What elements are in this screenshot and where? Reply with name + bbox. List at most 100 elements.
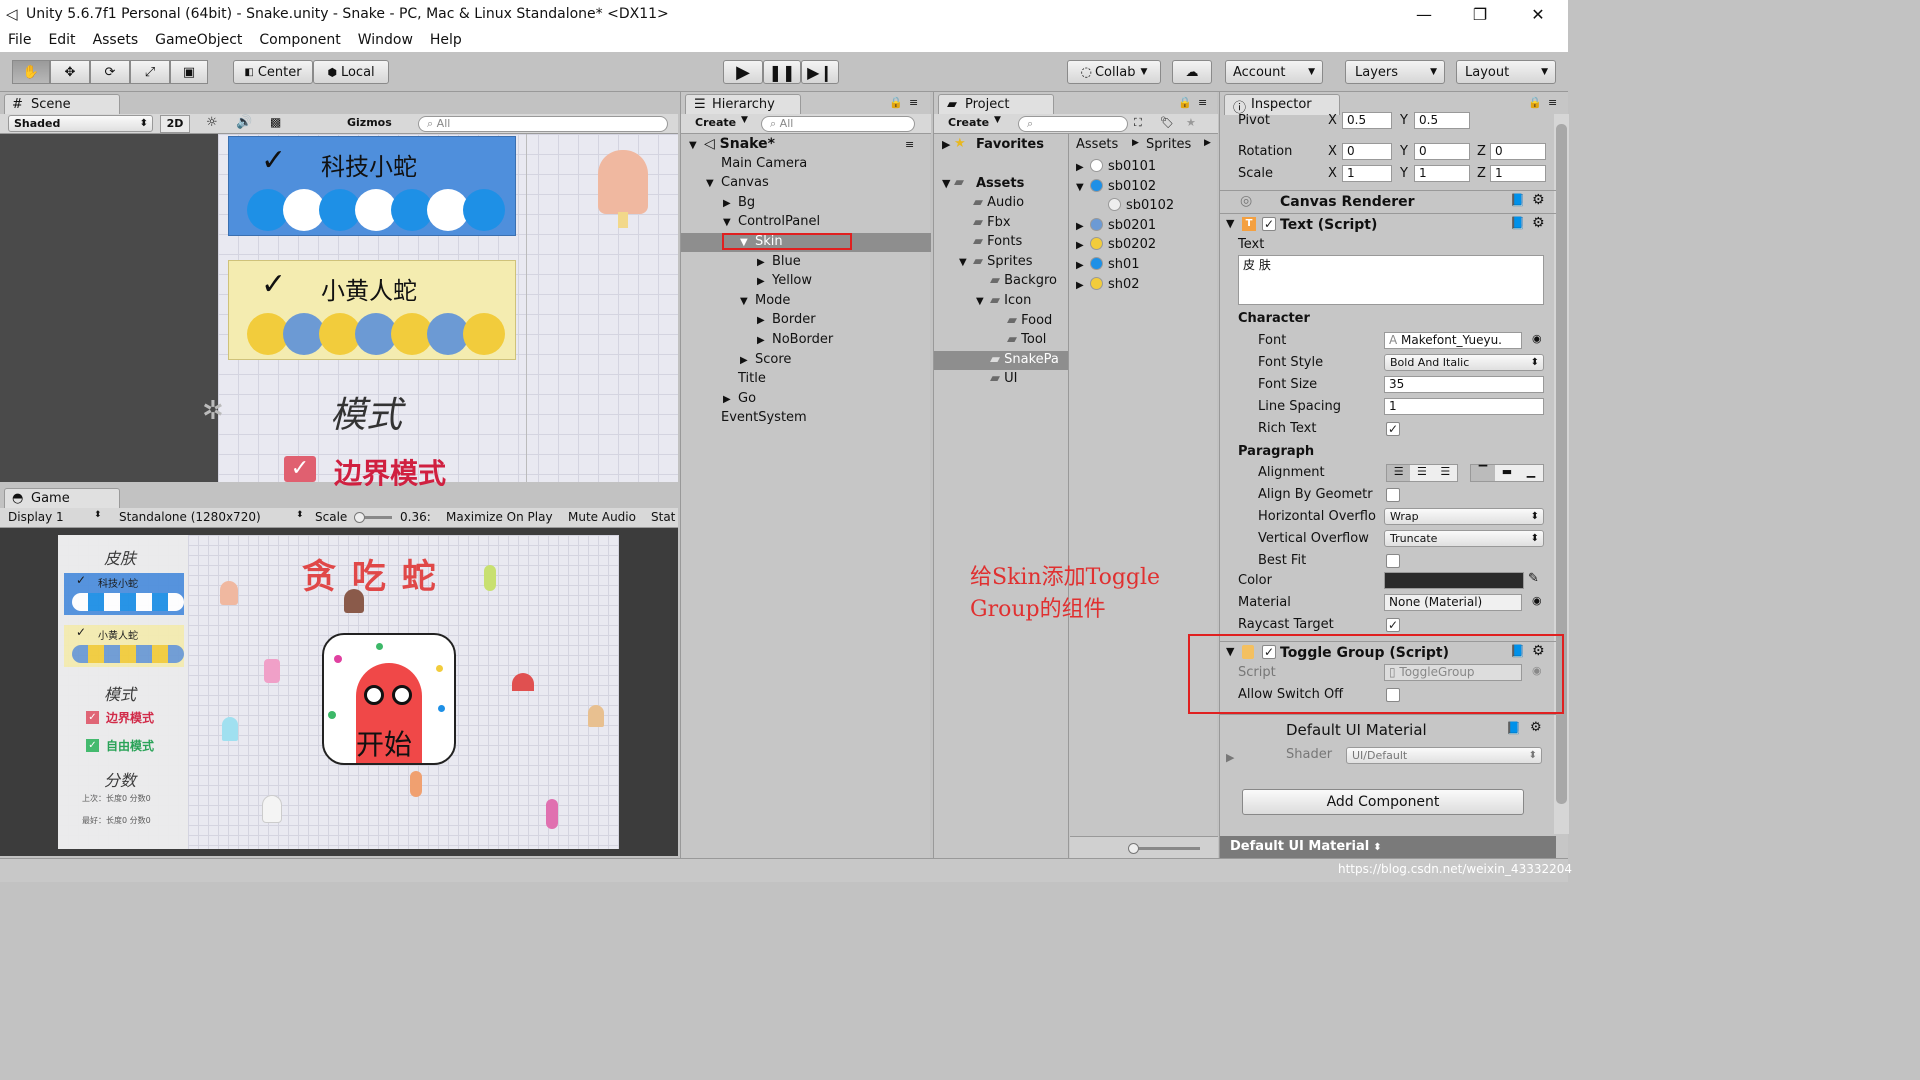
rotation-z-field[interactable]: 0 [1490, 143, 1546, 160]
icon-size-slider[interactable] [1130, 847, 1200, 850]
v-alignment-buttons[interactable]: ▔ ▬ ▁ [1470, 464, 1544, 482]
font-field[interactable]: A Makefont_Yueyu. [1384, 332, 1522, 349]
project-folder-item[interactable]: ▼ ▰ Icon [976, 293, 1031, 308]
hierarchy-item[interactable]: ▶ Blue [757, 254, 801, 269]
hierarchy-item[interactable]: ▼ ◁ Snake* [689, 136, 775, 152]
fold-arrow-icon[interactable]: ▶ [1076, 162, 1090, 173]
align-bottom-icon[interactable]: ▁ [1519, 465, 1543, 481]
stats-toggle[interactable]: Stat [651, 510, 675, 524]
text-enabled-checkbox[interactable]: ✓ [1262, 217, 1276, 231]
hand-tool-button[interactable]: ✋ [12, 60, 50, 84]
scene-skin-yellow[interactable]: ✓ 小黄人蛇 [228, 260, 516, 360]
fold-arrow-icon[interactable]: ▼ [959, 257, 973, 268]
text-script-header[interactable]: ▼ T ✓ Text (Script) 📘 ⚙ [1220, 213, 1556, 235]
object-picker-icon[interactable]: ◉ [1532, 594, 1542, 607]
audio-icon[interactable]: 🔊 [236, 115, 252, 130]
game-viewport[interactable]: 皮肤 ✓ 科技小蛇 ✓ 小黄人蛇 模式 ✓ 边界模式 ✓ 自由模式 分数 上次：… [58, 535, 619, 849]
step-button[interactable]: ▶❙ [801, 60, 839, 84]
project-folder-item[interactable]: ▼ ▰ Sprites [959, 254, 1032, 269]
shading-dropdown[interactable]: Shaded [8, 115, 153, 132]
h-alignment-buttons[interactable]: ☰ ☰ ☰ [1386, 464, 1458, 482]
object-picker-icon[interactable]: ◉ [1532, 332, 1542, 345]
hierarchy-item[interactable]: ▼ ControlPanel [723, 214, 820, 229]
scene-menu-icon[interactable]: ≡ [905, 138, 914, 151]
project-folder-item[interactable]: ▰ Tool [993, 332, 1046, 347]
maximize-on-play-toggle[interactable]: Maximize On Play [446, 510, 553, 524]
align-right-icon[interactable]: ☰ [1434, 465, 1457, 481]
material-field[interactable]: None (Material) [1384, 594, 1522, 611]
fold-arrow-icon[interactable]: ▶ [757, 315, 772, 326]
font-style-dropdown[interactable]: Bold And Italic [1384, 354, 1544, 371]
image-effects-icon[interactable]: ▩ [270, 115, 281, 129]
scene-viewport[interactable]: ✲ ✓ 科技小蛇 ✓ 小黄人蛇 模式 ✓ 边界模式 [202, 134, 678, 490]
project-folder-item[interactable]: ▰ Backgro [976, 273, 1057, 288]
font-size-field[interactable]: 35 [1384, 376, 1544, 393]
hierarchy-item[interactable]: ▶ Go [723, 391, 756, 406]
maximize-button[interactable]: ❐ [1452, 0, 1508, 28]
text-value-area[interactable]: 皮 肤 [1238, 255, 1544, 305]
project-search-input[interactable]: ⌕ [1018, 116, 1128, 132]
minimize-button[interactable]: — [1396, 0, 1452, 28]
game-skin1-toggle[interactable]: ✓ 科技小蛇 [64, 573, 184, 615]
preview-bar[interactable]: Default UI Material ⬍ [1220, 836, 1556, 858]
hierarchy-item[interactable]: ▶ NoBorder [757, 332, 833, 347]
align-left-icon[interactable]: ☰ [1387, 465, 1411, 481]
game-free-checkbox[interactable]: ✓ [86, 739, 99, 752]
scene-skin-tech[interactable]: ✓ 科技小蛇 [228, 136, 516, 236]
panel-menu-icon[interactable]: ≡ [1198, 96, 1207, 109]
fold-arrow-icon[interactable]: ▼ [976, 296, 990, 307]
canvas-renderer-header[interactable]: ◎ Canvas Renderer 📘 ⚙ [1220, 190, 1556, 212]
fold-arrow-icon[interactable]: ▶ [1076, 260, 1090, 271]
mute-audio-toggle[interactable]: Mute Audio [568, 510, 636, 524]
breadcrumb-assets[interactable]: Assets [1076, 137, 1118, 152]
move-tool-button[interactable]: ✥ [50, 60, 90, 84]
project-folder-item[interactable]: ▰ SnakePa [976, 352, 1059, 367]
project-file-item[interactable]: ▶ sh01 [1076, 257, 1140, 272]
fold-arrow-icon[interactable]: ▼ [723, 217, 738, 228]
scale-x-field[interactable]: 1 [1342, 165, 1392, 182]
fold-arrow-icon[interactable]: ▼ [689, 140, 704, 151]
fold-arrow-icon[interactable]: ▶ [1076, 221, 1090, 232]
layout-dropdown[interactable]: Layout ▼ [1456, 60, 1556, 84]
hierarchy-item[interactable]: ▶ Border [757, 312, 816, 327]
create-dropdown[interactable]: Create [695, 116, 736, 129]
rotation-x-field[interactable]: 0 [1342, 143, 1392, 160]
settings-gear-icon[interactable]: ⚙ [1530, 720, 1542, 735]
best-fit-checkbox[interactable] [1386, 554, 1400, 568]
expand-arrow[interactable]: ▶ [1226, 751, 1234, 764]
align-top-icon[interactable]: ▔ [1471, 465, 1495, 481]
project-file-item[interactable]: ▶ sh02 [1076, 276, 1140, 292]
hierarchy-search-input[interactable]: ⌕ All [761, 116, 915, 132]
scale-z-field[interactable]: 1 [1490, 165, 1546, 182]
rotate-tool-button[interactable]: ⟳ [90, 60, 130, 84]
help-book-icon[interactable]: 📘 [1510, 216, 1525, 230]
color-swatch[interactable] [1384, 572, 1524, 589]
help-book-icon[interactable]: 📘 [1506, 721, 1521, 735]
scale-y-field[interactable]: 1 [1414, 165, 1470, 182]
menu-edit[interactable]: Edit [48, 32, 75, 48]
tab-hierarchy[interactable]: ☰ Hierarchy [685, 94, 801, 115]
project-folder-item[interactable]: ▰ UI [976, 371, 1018, 386]
tab-game[interactable]: ◓ Game [4, 488, 120, 509]
hierarchy-item[interactable]: ▶ Bg [723, 195, 755, 210]
hierarchy-item[interactable]: EventSystem [706, 410, 807, 425]
shader-dropdown[interactable]: UI/Default [1346, 747, 1542, 764]
panel-menu-icon[interactable]: ≡ [1548, 96, 1557, 109]
menu-component[interactable]: Component [259, 32, 340, 48]
project-folder-item[interactable]: ▰ Fonts [959, 234, 1022, 249]
light-icon[interactable]: ☼ [206, 115, 218, 130]
scale-tool-button[interactable]: ⤢ [130, 60, 170, 84]
project-file-item[interactable]: ▶ sb0101 [1076, 159, 1156, 174]
icon-size-thumb[interactable] [1128, 843, 1139, 854]
rich-text-checkbox[interactable]: ✓ [1386, 422, 1400, 436]
2d-toggle[interactable]: 2D [160, 115, 190, 133]
fold-arrow-icon[interactable]: ▼ [1076, 182, 1090, 193]
pivot-y-field[interactable]: 0.5 [1414, 112, 1470, 129]
lock-icon[interactable]: 🔒 [1178, 96, 1192, 109]
inspector-scrollbar[interactable] [1554, 114, 1569, 834]
display-dropdown[interactable]: Display 1 [8, 510, 104, 524]
fold-arrow-icon[interactable]: ▶ [757, 276, 772, 287]
menu-assets[interactable]: Assets [93, 32, 139, 48]
hierarchy-item[interactable]: ▶ Yellow [757, 273, 812, 288]
fold-arrow-icon[interactable]: ▶ [723, 394, 738, 405]
